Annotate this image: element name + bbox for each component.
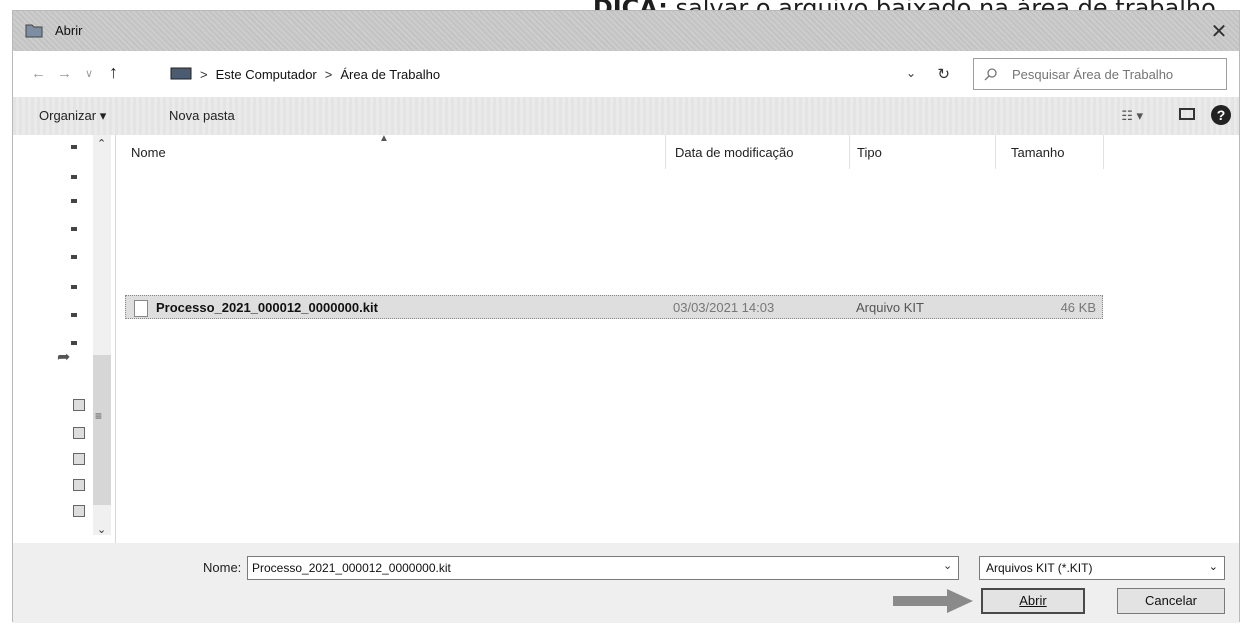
navigation-pane[interactable]: ⌃ ⌄ ➦ ≡ [53, 135, 116, 543]
address-bar: ← → ∨ ↑ > Este Computador > Área de Trab… [13, 51, 1239, 97]
help-icon[interactable]: ? [1211, 105, 1231, 125]
column-divider[interactable] [995, 135, 996, 169]
scroll-down-icon[interactable]: ⌄ [97, 523, 106, 536]
sort-arrow-icon: ▲ [379, 133, 389, 144]
search-box[interactable] [973, 58, 1227, 90]
chevron-down-icon[interactable]: ⌄ [943, 559, 952, 572]
nav-item-marker [71, 175, 77, 179]
file-type-filter[interactable]: Arquivos KIT (*.KIT) ⌄ [979, 556, 1225, 580]
column-divider[interactable] [665, 135, 666, 169]
nav-item-marker [71, 255, 77, 259]
nav-item-marker [71, 285, 77, 289]
search-icon [984, 68, 997, 81]
column-header-type[interactable]: Tipo [857, 145, 882, 160]
nav-item-marker [71, 227, 77, 231]
close-button[interactable]: ✕ [1205, 19, 1233, 45]
chevron-down-icon[interactable]: ⌄ [906, 66, 916, 80]
content-area: ⌃ ⌄ ➦ ≡ Nome ▲ Data de modificação Tipo … [13, 133, 1239, 543]
file-size: 46 KB [1060, 300, 1096, 315]
folder-icon[interactable] [73, 505, 85, 517]
document-icon [134, 300, 148, 317]
command-bar: Organizar ▾ Nova pasta ☷ ▾ ? [13, 97, 1239, 135]
file-date: 03/03/2021 14:03 [673, 300, 775, 315]
up-folder-button[interactable]: ↑ [109, 62, 118, 83]
file-type: Arquivo KIT [856, 300, 924, 315]
nav-item-marker [71, 199, 77, 203]
open-button[interactable]: Abrir [981, 588, 1085, 614]
nav-scrollbar-thumb[interactable] [93, 355, 111, 505]
title-bar: Abrir ✕ [13, 11, 1239, 51]
folder-icon[interactable] [73, 427, 85, 439]
column-divider[interactable] [849, 135, 850, 169]
file-list: Nome ▲ Data de modificação Tipo Tamanho … [115, 133, 1239, 543]
file-row[interactable]: Processo_2021_000012_0000000.kit 03/03/2… [125, 295, 1103, 319]
new-folder-button[interactable]: Nova pasta [169, 108, 235, 123]
pointing-arrow-icon [893, 589, 973, 613]
refresh-button[interactable]: ↻ [937, 65, 950, 83]
nav-item-marker [71, 341, 77, 345]
column-divider[interactable] [1103, 135, 1104, 169]
folder-icon[interactable] [73, 399, 85, 411]
column-header-size[interactable]: Tamanho [1011, 145, 1064, 160]
grip-icon: ≡ [95, 409, 103, 423]
chevron-down-icon: ⌄ [1208, 561, 1218, 573]
folder-icon [25, 24, 43, 38]
computer-icon [170, 67, 192, 80]
file-name-input[interactable] [247, 556, 959, 580]
change-view-button[interactable]: ☷ ▾ [1121, 108, 1143, 124]
forward-button[interactable]: → [57, 65, 72, 82]
folder-icon[interactable] [73, 479, 85, 491]
breadcrumb-item-este-computador[interactable]: Este Computador [216, 67, 317, 82]
recent-locations-button[interactable]: ∨ [85, 67, 93, 80]
breadcrumb[interactable]: > Este Computador > Área de Trabalho ⌄ ↻ [163, 59, 963, 89]
preview-pane-icon[interactable] [1179, 108, 1195, 120]
file-name-label: Nome: [203, 560, 242, 575]
column-header-date[interactable]: Data de modificação [675, 145, 794, 160]
breadcrumb-separator: > [324, 66, 333, 82]
breadcrumb-separator: > [200, 66, 208, 82]
organize-menu[interactable]: Organizar ▾ [39, 108, 106, 124]
back-button[interactable]: ← [31, 65, 46, 82]
dialog-title: Abrir [55, 23, 83, 38]
drive-icon: ➦ [57, 349, 71, 366]
scroll-up-icon[interactable]: ⌃ [97, 137, 106, 150]
column-header-row: Nome ▲ Data de modificação Tipo Tamanho [115, 133, 1105, 169]
folder-icon[interactable] [73, 453, 85, 465]
search-input[interactable] [1010, 65, 1214, 83]
breadcrumb-item-area-de-trabalho[interactable]: Área de Trabalho [340, 67, 440, 82]
nav-item-marker [71, 313, 77, 317]
open-file-dialog: Abrir ✕ ← → ∨ ↑ > Este Computador > Área… [12, 10, 1240, 623]
nav-item-marker [71, 145, 77, 149]
file-name: Processo_2021_000012_0000000.kit [156, 300, 378, 315]
dialog-footer: Nome: ⌄ Arquivos KIT (*.KIT) ⌄ Abrir Can… [13, 543, 1239, 623]
column-header-name[interactable]: Nome [131, 145, 166, 160]
cancel-button[interactable]: Cancelar [1117, 588, 1225, 614]
file-type-filter-value: Arquivos KIT (*.KIT) [986, 561, 1093, 575]
